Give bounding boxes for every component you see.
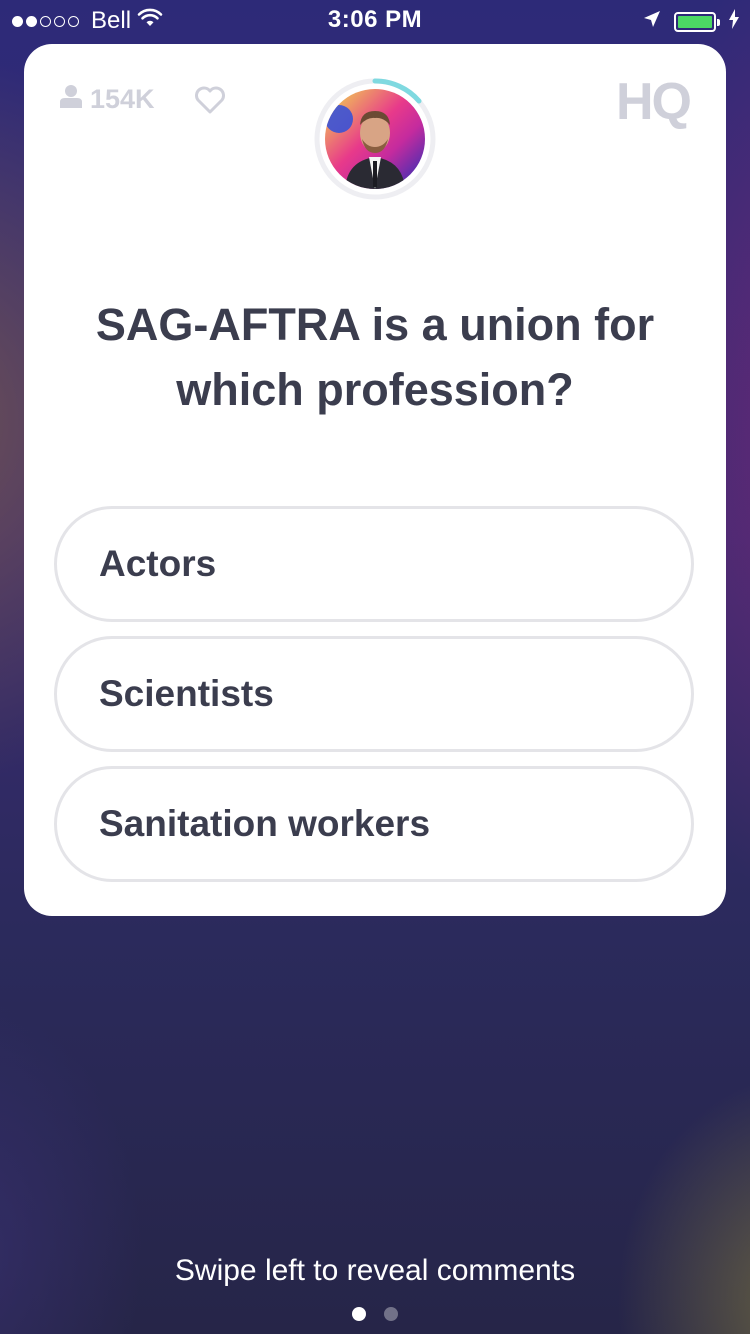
page-dot-active [352, 1307, 366, 1321]
question-card: 154K HQ SAG-AFTRA is a union for which p… [24, 44, 726, 916]
battery-icon [674, 12, 720, 32]
host-avatar [314, 78, 436, 200]
swipe-hint: Swipe left to reveal comments [174, 1254, 576, 1287]
heart-icon[interactable] [194, 86, 226, 119]
viewer-count: 154K [60, 84, 155, 115]
clock: 3:06 PM [327, 6, 423, 33]
answer-option-3[interactable]: Sanitation workers [54, 766, 694, 882]
answer-option-1[interactable]: Actors [54, 506, 694, 622]
page-indicator[interactable] [352, 1307, 398, 1321]
question-text: SAG-AFTRA is a union for which professio… [95, 299, 655, 415]
status-right [642, 8, 740, 36]
status-bar: Bell 3:06 PM [0, 0, 750, 40]
user-icon [60, 84, 82, 115]
viewer-count-value: 154K [90, 84, 155, 114]
avatar [325, 89, 425, 189]
answer-label: Sanitation workers [99, 803, 431, 844]
answer-label: Scientists [99, 673, 274, 714]
page-dot-inactive [384, 1307, 398, 1321]
charging-bolt-icon [728, 8, 740, 36]
answer-option-2[interactable]: Scientists [54, 636, 694, 752]
answer-label: Actors [99, 543, 217, 584]
hq-logo: HQ [616, 73, 692, 131]
location-arrow-icon [642, 8, 662, 36]
